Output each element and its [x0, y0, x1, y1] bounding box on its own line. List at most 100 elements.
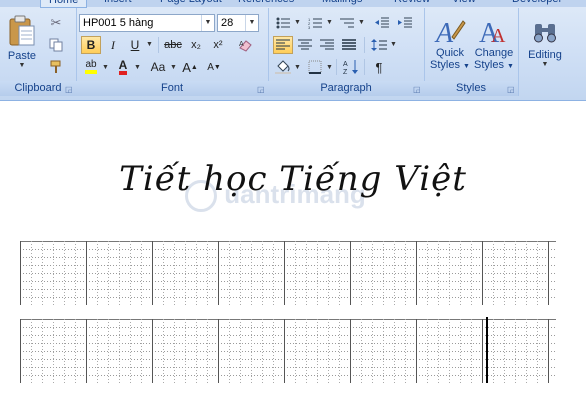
chevron-down-icon: ▼ — [507, 63, 514, 70]
superscript-label: x² — [213, 39, 223, 51]
font-family-select[interactable]: HP001 5 hàng ▼ — [79, 14, 215, 32]
italic-label: I — [111, 37, 115, 52]
clear-formatting-button[interactable]: A — [236, 36, 256, 54]
copy-button[interactable] — [46, 36, 66, 54]
paste-icon — [9, 15, 35, 45]
decrease-indent-button[interactable] — [372, 14, 392, 32]
align-left-icon — [276, 39, 290, 50]
font-color-button[interactable]: A — [113, 58, 133, 76]
clipboard-launcher-icon[interactable]: ◲ — [65, 85, 74, 94]
svg-text:Z: Z — [343, 69, 348, 75]
font-group: HP001 5 hàng ▼ 28 ▼ B I U ▼ abc x₂ x² A … — [76, 8, 269, 96]
divider — [364, 37, 365, 53]
change-case-button[interactable]: Aa — [146, 58, 170, 76]
italic-button[interactable]: I — [103, 36, 123, 54]
shrink-arrow-icon: ▼ — [213, 63, 221, 71]
line-spacing-dropdown-icon[interactable]: ▼ — [390, 41, 397, 48]
bullets-button[interactable] — [273, 14, 293, 32]
quick-styles-button[interactable]: A Quick Styles ▼ — [428, 12, 472, 76]
tab-home[interactable]: Home — [40, 0, 88, 8]
tab-mailings[interactable]: Mailings — [322, 0, 362, 5]
subscript-label: x₂ — [191, 39, 201, 51]
borders-button[interactable] — [305, 58, 325, 76]
cut-button[interactable]: ✂ — [46, 14, 66, 32]
align-right-icon — [320, 39, 334, 50]
shrink-font-button[interactable]: A ▼ — [204, 58, 224, 76]
show-formatting-button[interactable]: ¶ — [369, 58, 389, 76]
handwriting-grid-2 — [20, 319, 556, 383]
paste-button[interactable]: Paste ▼ — [2, 10, 42, 72]
align-left-button[interactable] — [273, 36, 293, 54]
styles-label: Styles — [456, 82, 486, 94]
subscript-button[interactable]: x₂ — [186, 36, 206, 54]
tab-developer[interactable]: Developer — [512, 0, 562, 5]
font-launcher-icon[interactable]: ◲ — [257, 85, 266, 94]
tab-review[interactable]: Review — [394, 0, 430, 5]
chevron-down-icon[interactable]: ▼ — [201, 15, 214, 31]
borders-dropdown-icon[interactable]: ▼ — [326, 64, 333, 71]
ribbon-tabs: Home Insert Page Layout References Mailings R… — [0, 0, 586, 8]
bold-button[interactable]: B — [81, 36, 101, 54]
font-label: Font — [160, 82, 183, 94]
change-case-label: Aa — [150, 60, 166, 74]
numbering-dropdown-icon[interactable]: ▼ — [326, 19, 333, 26]
editing-button[interactable]: Editing ▼ — [522, 12, 568, 76]
increase-indent-button[interactable] — [395, 14, 415, 32]
grow-font-button[interactable]: A ▲ — [180, 58, 200, 76]
bullets-dropdown-icon[interactable]: ▼ — [294, 19, 301, 26]
paste-dropdown-icon[interactable]: ▼ — [19, 62, 26, 69]
grow-arrow-icon: ▲ — [190, 63, 198, 71]
font-color-dropdown-icon[interactable]: ▼ — [134, 64, 141, 71]
multilevel-dropdown-icon[interactable]: ▼ — [358, 19, 365, 26]
font-size-select[interactable]: 28 ▼ — [217, 14, 259, 32]
align-center-button[interactable] — [295, 36, 315, 54]
change-styles-button[interactable]: AA Change Styles ▼ — [472, 12, 516, 76]
styles-launcher-icon[interactable]: ◲ — [507, 85, 516, 94]
font-family-value: HP001 5 hàng — [83, 17, 154, 29]
chevron-down-icon[interactable]: ▼ — [245, 15, 258, 31]
document-title[interactable]: Tiết học Tiếng Việt — [0, 159, 586, 199]
align-right-button[interactable] — [317, 36, 337, 54]
change-case-dropdown-icon[interactable]: ▼ — [170, 64, 177, 71]
multilevel-list-button[interactable] — [337, 14, 357, 32]
divider — [336, 59, 337, 75]
svg-text:3: 3 — [308, 25, 311, 29]
svg-text:A: A — [343, 61, 348, 68]
divider — [364, 59, 365, 75]
divider — [158, 37, 159, 53]
outdent-icon — [375, 17, 389, 28]
quick-styles-label-2-text: Styles — [430, 59, 460, 71]
highlighter-icon: ab — [85, 60, 97, 74]
tab-references[interactable]: References — [238, 0, 294, 5]
superscript-button[interactable]: x² — [208, 36, 228, 54]
underline-dropdown-icon[interactable]: ▼ — [146, 41, 153, 48]
chevron-down-icon: ▼ — [541, 61, 549, 68]
justify-button[interactable] — [339, 36, 359, 54]
clipboard-label: Clipboard — [14, 82, 62, 94]
styles-group: A Quick Styles ▼ AA Change Styles ▼ Styl… — [424, 8, 519, 96]
line-spacing-button[interactable] — [369, 36, 389, 54]
tab-page-layout[interactable]: Page Layout — [160, 0, 222, 5]
tab-view[interactable]: View — [452, 0, 476, 5]
shading-dropdown-icon[interactable]: ▼ — [294, 64, 301, 71]
shading-button[interactable] — [273, 58, 293, 76]
paragraph-launcher-icon[interactable]: ◲ — [413, 85, 422, 94]
copy-icon — [49, 38, 63, 52]
font-size-value: 28 — [221, 17, 234, 29]
highlight-dropdown-icon[interactable]: ▼ — [102, 64, 109, 71]
highlight-button[interactable]: ab — [81, 58, 101, 76]
tab-insert[interactable]: Insert — [104, 0, 132, 5]
numbering-button[interactable]: 123 — [305, 14, 325, 32]
quick-styles-label-1: Quick — [435, 47, 465, 59]
justify-icon — [342, 39, 356, 50]
font-color-icon: A — [118, 59, 128, 75]
sort-button[interactable]: AZ — [341, 58, 361, 76]
bold-label: B — [86, 38, 96, 52]
quick-styles-icon: A — [434, 18, 466, 47]
underline-button[interactable]: U — [125, 36, 145, 54]
multilevel-list-icon — [340, 18, 354, 28]
strikethrough-button[interactable]: abc — [162, 36, 184, 54]
format-painter-button[interactable] — [46, 58, 66, 76]
indent-icon — [398, 17, 412, 28]
document-page[interactable]: uantrimang Tiết học Tiếng Việt — [0, 101, 586, 408]
